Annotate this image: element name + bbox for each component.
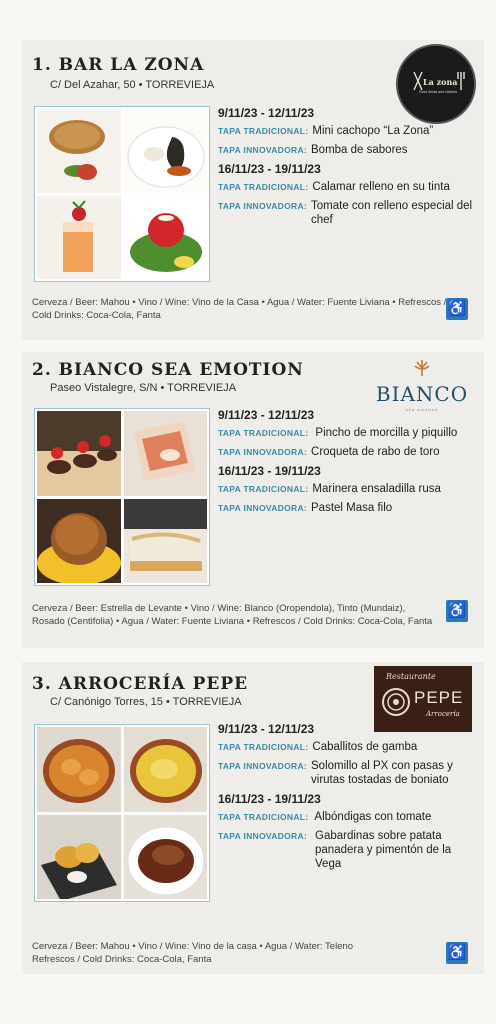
- dish-photo-morcilla: [37, 411, 121, 496]
- tapa-text: Solomillo al PX con pasas y virutas tost…: [311, 760, 453, 786]
- restaurant-title: 1. BAR LA ZONA: [32, 55, 205, 75]
- tapa-label: TAPA INNOVADORA:: [218, 503, 308, 513]
- tapas-schedule: 9/11/23 - 12/11/23 TAPA TRADICIONAL: Min…: [218, 106, 480, 232]
- logo-text: PEPE: [414, 688, 464, 707]
- tapa-label: TAPA TRADICIONAL:: [218, 182, 309, 192]
- tapa-innovadora: TAPA INNOVADORA: Bomba de sabores: [218, 143, 480, 157]
- date-range: 16/11/23 - 19/11/23: [218, 464, 321, 478]
- restaurant-title: 3. ARROCERÍA PEPE: [32, 674, 249, 694]
- date-range: 16/11/23 - 19/11/23: [218, 792, 321, 806]
- tapa-text: Calamar relleno en su tinta: [312, 181, 450, 193]
- date-range: 9/11/23 - 12/11/23: [218, 106, 315, 120]
- dish-photos: [34, 106, 210, 282]
- restaurant-card-2: 2. BIANCO SEA EMOTION Paseo Vistalegre, …: [22, 352, 484, 648]
- tapa-label: TAPA INNOVADORA:: [218, 447, 308, 457]
- dish-photo-salsa: [123, 727, 207, 812]
- drinks-info: Cerveza / Beer: Mahou • Vino / Wine: Vin…: [32, 940, 452, 966]
- tapa-innovadora: TAPA INNOVADORA: Gabardinas sobre patata…: [218, 829, 480, 871]
- logo-top-text: Restaurante: [386, 672, 436, 681]
- restaurant-address: C/ Del Azahar, 50 • TORREVIEJA: [50, 79, 215, 91]
- logo-subtext: Food drinks and chiches: [419, 90, 457, 94]
- dish-photo-caballitos: [37, 727, 121, 812]
- dish-photo-croqueta: [37, 498, 121, 583]
- tapa-tradicional: TAPA TRADICIONAL: Albóndigas con tomate: [218, 810, 480, 824]
- tapa-text: Croqueta de rabo de toro: [311, 446, 440, 458]
- tapa-label: TAPA TRADICIONAL:: [218, 742, 309, 752]
- tapa-label: TAPA INNOVADORA:: [218, 201, 308, 211]
- drinks-line: Rosado (Centifolia) • Agua / Water: Fuen…: [32, 616, 433, 627]
- date-range: 9/11/23 - 12/11/23: [218, 722, 315, 736]
- dish-photo-bomba: [37, 195, 121, 279]
- wheelchair-icon: ♿: [446, 600, 468, 622]
- tapa-text: Albóndigas con tomate: [314, 811, 432, 823]
- drinks-line: Cerveza / Beer: Estrella de Levante • Vi…: [32, 603, 406, 614]
- tapa-label: TAPA TRADICIONAL:: [218, 126, 309, 136]
- tapa-label: TAPA INNOVADORA:: [218, 831, 308, 841]
- dish-photo-tomate: [123, 195, 207, 279]
- drinks-line: Cerveza / Beer: Mahou • Vino / Wine: Vin…: [32, 297, 447, 308]
- tapa-tradicional: TAPA TRADICIONAL: Pincho de morcilla y p…: [218, 426, 480, 440]
- tapas-schedule: 9/11/23 - 12/11/23 TAPA TRADICIONAL: Cab…: [218, 722, 480, 876]
- logo-text: La zona: [423, 77, 458, 87]
- tapa-label: TAPA TRADICIONAL:: [218, 428, 309, 438]
- date-range: 16/11/23 - 19/11/23: [218, 162, 321, 176]
- wheelchair-icon: ♿: [446, 298, 468, 320]
- tapa-text: Pincho de morcilla y piquillo: [315, 427, 458, 439]
- tapa-innovadora: TAPA INNOVADORA: Solomillo al PX con pas…: [218, 759, 480, 787]
- dish-photo-pastel: [123, 498, 207, 583]
- tapas-schedule: 9/11/23 - 12/11/23 TAPA TRADICIONAL: Pin…: [218, 408, 480, 520]
- tapa-label: TAPA TRADICIONAL:: [218, 812, 309, 822]
- tapa-innovadora: TAPA INNOVADORA: Pastel Masa filo: [218, 501, 480, 515]
- drinks-info: Cerveza / Beer: Mahou • Vino / Wine: Vin…: [32, 296, 452, 322]
- dish-photo-gabardinas: [37, 814, 121, 899]
- logo-subtext: Arrocería: [426, 710, 460, 718]
- tapa-tradicional: TAPA TRADICIONAL: Marinera ensaladilla r…: [218, 482, 480, 496]
- dish-photo-marinera: [123, 411, 207, 496]
- dish-photo-albondigas: [123, 814, 207, 899]
- restaurant-card-1: 1. BAR LA ZONA C/ Del Azahar, 50 • TORRE…: [22, 40, 484, 340]
- drinks-line: Cerveza / Beer: Mahou • Vino / Wine: Vin…: [32, 941, 354, 952]
- tapa-text: Caballitos de gamba: [312, 741, 418, 753]
- drinks-line: Refrescos / Cold Drinks: Coca-Cola, Fant…: [32, 954, 212, 965]
- tapa-label: TAPA TRADICIONAL:: [218, 484, 309, 494]
- bianco-logo: BIANCO sea emotion: [372, 358, 472, 414]
- dish-photo-cachopo: [37, 109, 121, 193]
- tapa-text: Pastel Masa filo: [311, 502, 393, 514]
- tapa-text: Bomba de sabores: [311, 144, 408, 156]
- wheelchair-icon: ♿: [446, 942, 468, 964]
- tapa-tradicional: TAPA TRADICIONAL: Mini cachopo “La Zona”: [218, 124, 480, 138]
- date-range: 9/11/23 - 12/11/23: [218, 408, 315, 422]
- drinks-line: Cold Drinks: Coca-Cola, Fanta: [32, 310, 161, 321]
- tapa-label: TAPA INNOVADORA:: [218, 145, 308, 155]
- tapa-label: TAPA INNOVADORA:: [218, 761, 308, 771]
- drinks-info: Cerveza / Beer: Estrella de Levante • Vi…: [32, 602, 452, 628]
- dish-photo-calamar: [123, 109, 207, 193]
- tapa-tradicional: TAPA TRADICIONAL: Caballitos de gamba: [218, 740, 480, 754]
- logo-text: BIANCO: [375, 382, 469, 406]
- dish-photos: [34, 408, 210, 586]
- tapa-text: Tomate con relleno especial del chef: [311, 200, 473, 226]
- tapa-text: Marinera ensaladilla rusa: [312, 483, 441, 495]
- restaurant-address: C/ Canónigo Torres, 15 • TORREVIEJA: [50, 696, 242, 708]
- restaurant-address: Paseo Vistalegre, S/N • TORREVIEJA: [50, 382, 237, 394]
- tapa-innovadora: TAPA INNOVADORA: Croqueta de rabo de tor…: [218, 445, 480, 459]
- restaurant-title: 2. BIANCO SEA EMOTION: [32, 360, 304, 380]
- tapa-text: Gabardinas sobre patata panadera y pimen…: [315, 830, 452, 870]
- restaurant-card-3: 3. ARROCERÍA PEPE C/ Canónigo Torres, 15…: [22, 662, 484, 974]
- tapa-text: Mini cachopo “La Zona”: [312, 125, 434, 137]
- dish-photos: [34, 724, 210, 902]
- tapa-innovadora: TAPA INNOVADORA: Tomate con relleno espe…: [218, 199, 480, 227]
- tapa-tradicional: TAPA TRADICIONAL: Calamar relleno en su …: [218, 180, 480, 194]
